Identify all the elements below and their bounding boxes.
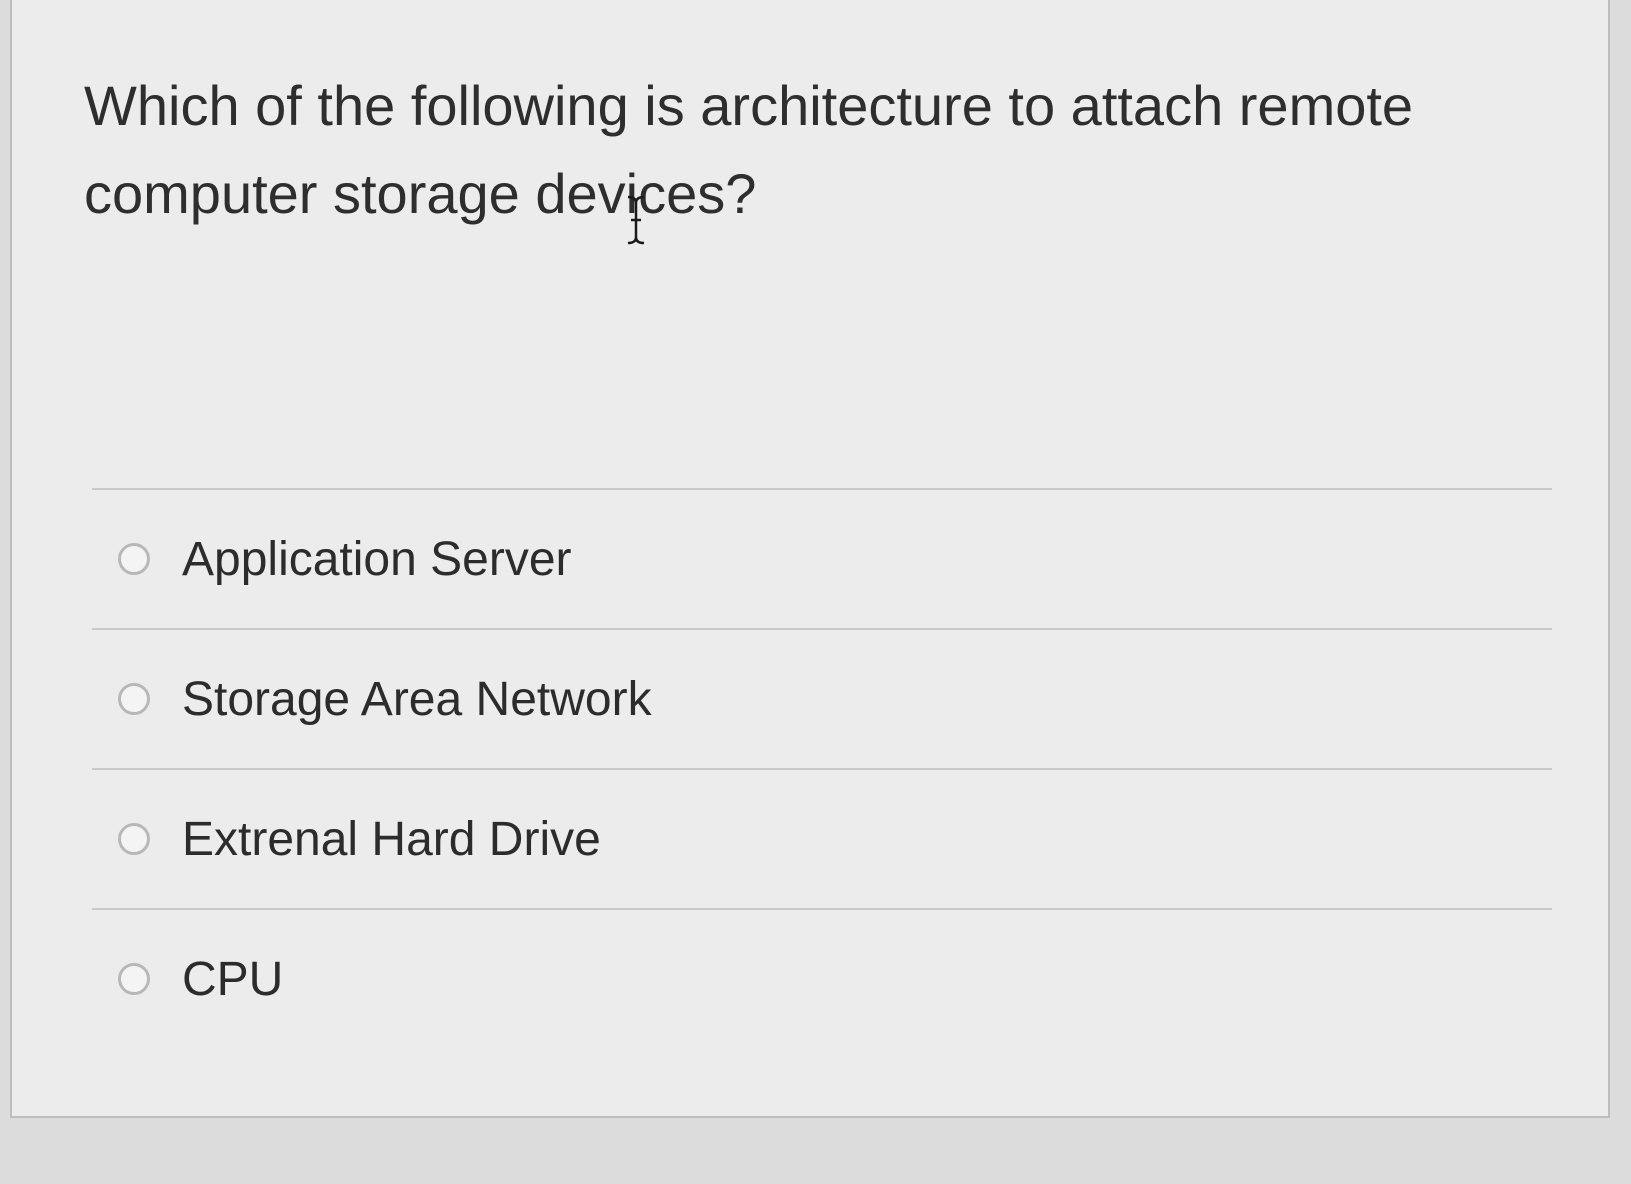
radio-button-icon[interactable] <box>118 963 150 995</box>
answer-option-cpu[interactable]: CPU <box>92 910 1552 1048</box>
question-text: Which of the following is architecture t… <box>84 74 1414 225</box>
radio-button-icon[interactable] <box>118 823 150 855</box>
radio-button-icon[interactable] <box>118 683 150 715</box>
answer-list: Application Server Storage Area Network … <box>92 488 1552 1048</box>
answer-label: Application Server <box>182 532 572 586</box>
answer-label: Storage Area Network <box>182 672 652 726</box>
answer-option-application-server[interactable]: Application Server <box>92 490 1552 628</box>
quiz-card: Which of the following is architecture t… <box>10 0 1610 1118</box>
answer-option-external-hard-drive[interactable]: Extrenal Hard Drive <box>92 770 1552 908</box>
answer-option-storage-area-network[interactable]: Storage Area Network <box>92 630 1552 768</box>
answer-label: CPU <box>182 952 284 1006</box>
i-beam-cursor-icon <box>627 195 645 245</box>
answer-label: Extrenal Hard Drive <box>182 812 601 866</box>
radio-button-icon[interactable] <box>118 543 150 575</box>
